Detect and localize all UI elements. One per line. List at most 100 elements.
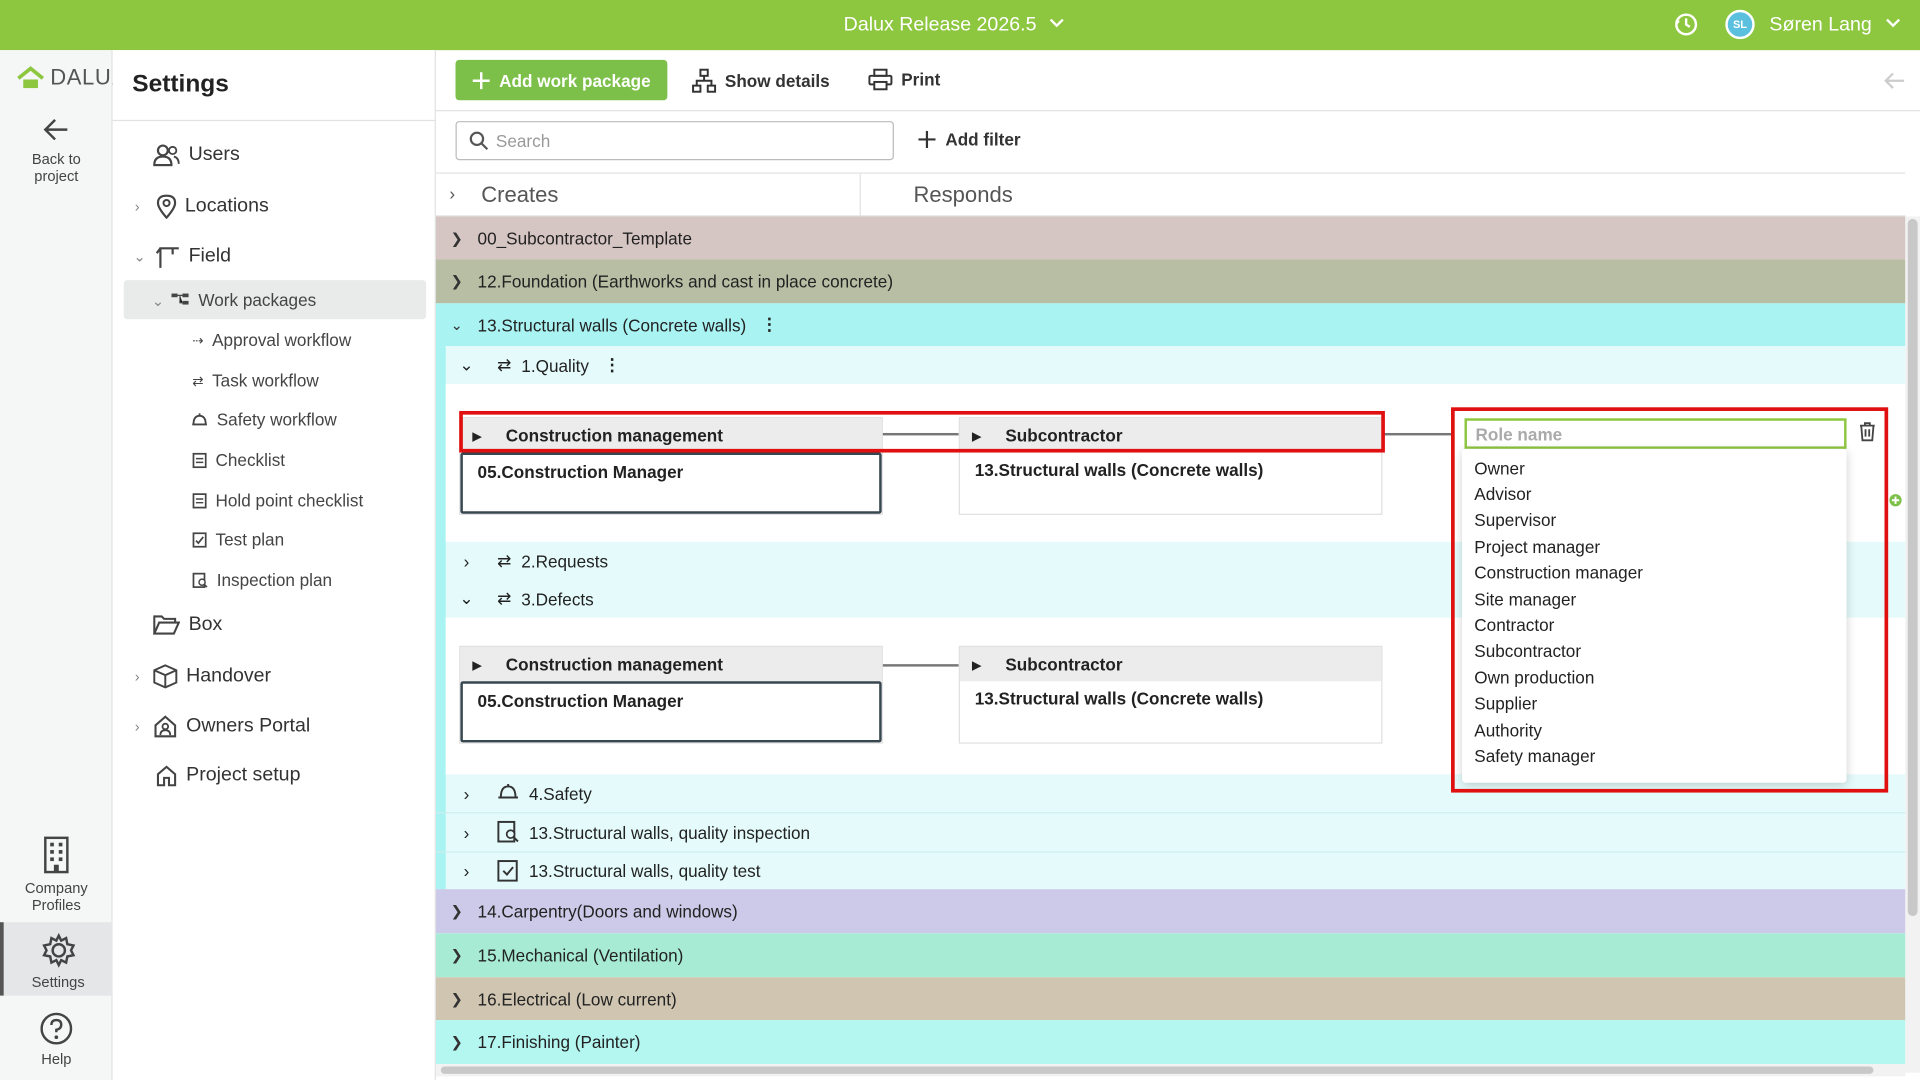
package-row-16[interactable]: ❯ 16.Electrical (Low current) [435, 977, 1906, 1021]
user-menu[interactable]: Søren Lang [1769, 13, 1901, 36]
package-row-15[interactable]: ❯ 15.Mechanical (Ventilation) [435, 933, 1906, 978]
nav-inspection-plan[interactable]: Inspection plan [192, 570, 332, 590]
chevron-right-icon[interactable]: › [449, 183, 455, 203]
subitem-test[interactable]: › 13.Structural walls, quality test [435, 851, 1906, 889]
nav-box[interactable]: Box [153, 614, 222, 636]
package-name: 14.Carpentry(Doors and windows) [477, 901, 738, 921]
nav-safety-workflow[interactable]: Safety workflow [191, 410, 337, 429]
toolbar: Add work package Show details Print [435, 50, 1920, 112]
help-button[interactable]: Help [0, 1012, 113, 1068]
arrow-right-dotted-icon: ⇢ [192, 333, 204, 348]
chevron-right-icon[interactable]: › [436, 783, 497, 803]
package-name: 12.Foundation (Earthworks and cast in pl… [477, 271, 894, 292]
help-label: Help [41, 1050, 72, 1068]
search-placeholder: Search [495, 130, 551, 151]
chevron-down-icon[interactable]: ⌄ [436, 316, 478, 333]
chevron-right-icon[interactable]: › [135, 668, 140, 685]
gear-icon [41, 932, 75, 968]
plus-circle-icon[interactable] [1888, 492, 1903, 514]
chevron-right-icon[interactable]: › [436, 861, 497, 881]
user-name: Søren Lang [1769, 14, 1872, 35]
caret-right-icon[interactable]: ▸ [972, 654, 981, 675]
nav-owners-portal[interactable]: Owners Portal [153, 714, 310, 738]
history-icon[interactable] [1673, 11, 1700, 38]
creator-company[interactable]: 05.Construction Manager [460, 452, 882, 514]
creator-role: Construction management [505, 654, 723, 674]
chevron-right-icon[interactable]: ❯ [436, 947, 478, 964]
creator-box[interactable]: ▸ Construction management 05.Construction… [459, 645, 883, 744]
chevron-down-icon[interactable]: ⌄ [133, 248, 145, 265]
nav-hold-point-checklist[interactable]: Hold point checklist [192, 490, 363, 510]
more-vertical-icon[interactable]: ⋮ [761, 314, 778, 335]
nav-approval-workflow[interactable]: ⇢ Approval workflow [192, 330, 351, 350]
search-input[interactable]: Search [455, 121, 894, 161]
connector-line [882, 664, 959, 667]
subitem-label: 4.Safety [528, 783, 592, 803]
chevron-right-icon[interactable]: › [436, 551, 497, 571]
nav-users[interactable]: Users [153, 144, 240, 167]
plus-icon [472, 71, 490, 89]
package-row-13[interactable]: ⌄ 13.Structural walls (Concrete walls) ⋮ [435, 303, 1906, 347]
nav-inspection-plan-label: Inspection plan [216, 569, 333, 590]
responder-box[interactable]: ▸ Subcontractor 13.Structural walls (Conc… [958, 645, 1383, 744]
swap-arrows-icon: ⇄ [497, 550, 512, 570]
hard-hat-icon [192, 413, 207, 426]
settings-button[interactable]: Settings [0, 922, 113, 996]
avatar[interactable]: SL [1725, 9, 1755, 40]
subitem-inspection[interactable]: › 13.Structural walls, quality inspectio… [435, 812, 1906, 851]
nav-task-workflow-label: Task workflow [212, 370, 319, 391]
chevron-right-icon[interactable]: › [135, 198, 140, 215]
add-filter-button[interactable]: Add filter [918, 130, 1021, 149]
nav-handover-label: Handover [186, 665, 272, 687]
subitem-label: 3.Defects [521, 588, 594, 609]
subitem-quality[interactable]: ⌄ ⇄ 1.Quality ⋮ [436, 346, 1905, 384]
caret-right-icon[interactable]: ▸ [473, 654, 482, 675]
add-work-package-button[interactable]: Add work package [455, 59, 668, 101]
chevron-down-icon[interactable]: ⌄ [152, 292, 164, 309]
package-row-17[interactable]: ❯ 17.Finishing (Painter) [435, 1020, 1906, 1065]
responder-company: 13.Structural walls (Concrete walls) [974, 688, 1264, 709]
chevron-right-icon[interactable]: ❯ [436, 273, 478, 290]
nav-work-packages[interactable]: Work packages [171, 290, 316, 309]
scroll-thumb[interactable] [440, 1066, 1874, 1074]
main-content: Add work package Show details Print Sear… [435, 50, 1920, 1080]
vertical-scrollbar[interactable] [1905, 216, 1920, 1073]
nav-test-plan[interactable]: Test plan [192, 530, 284, 549]
arrow-left-icon[interactable] [1883, 71, 1905, 97]
chevron-right-icon[interactable]: › [135, 718, 140, 735]
chevron-right-icon[interactable]: ❯ [436, 990, 478, 1007]
chevron-down-icon[interactable]: ⌄ [436, 355, 497, 376]
package-row-00[interactable]: ❯ 00_Subcontractor_Template [435, 216, 1906, 260]
add-work-package-label: Add work package [499, 70, 651, 90]
more-vertical-icon[interactable]: ⋮ [604, 355, 621, 376]
show-details-button[interactable]: Show details [692, 68, 830, 93]
hierarchy-icon [171, 293, 189, 305]
settings-label: Settings [31, 973, 85, 991]
nav-project-setup[interactable]: Project setup [156, 764, 300, 787]
package-row-14[interactable]: ❯ 14.Carpentry(Doors and windows) [435, 889, 1906, 934]
nav-hold-point-checklist-label: Hold point checklist [215, 490, 364, 511]
release-selector[interactable]: Dalux Release 2026.5 [844, 13, 1066, 36]
chevron-right-icon[interactable]: › [436, 823, 497, 843]
chevron-right-icon[interactable]: ❯ [436, 1034, 478, 1051]
package-row-12[interactable]: ❯ 12.Foundation (Earthworks and cast in … [435, 259, 1906, 304]
scroll-thumb[interactable] [1907, 218, 1918, 917]
horizontal-scrollbar[interactable] [435, 1064, 1906, 1077]
print-button[interactable]: Print [868, 68, 940, 91]
chevron-down-icon[interactable]: ⌄ [436, 588, 497, 609]
nav-task-workflow[interactable]: ⇄ Task workflow [192, 371, 319, 391]
clipboard-search-icon [192, 572, 208, 588]
chevron-right-icon[interactable]: ❯ [436, 903, 478, 920]
package-name: 13.Structural walls (Concrete walls) [477, 314, 747, 335]
creator-company[interactable]: 05.Construction Manager [460, 681, 882, 743]
nav-checklist[interactable]: Checklist [192, 450, 285, 470]
back-to-project-button[interactable]: Back to project [0, 114, 113, 185]
nav-checklist-label: Checklist [215, 450, 286, 470]
highlight-box [459, 410, 1385, 453]
nav-handover[interactable]: Handover [153, 664, 272, 689]
clipboard-search-icon [497, 818, 519, 846]
nav-locations[interactable]: Locations [156, 194, 269, 219]
nav-field[interactable]: Field [155, 245, 231, 269]
chevron-right-icon[interactable]: ❯ [436, 229, 478, 246]
company-profiles-button[interactable]: Company Profiles [0, 835, 113, 914]
